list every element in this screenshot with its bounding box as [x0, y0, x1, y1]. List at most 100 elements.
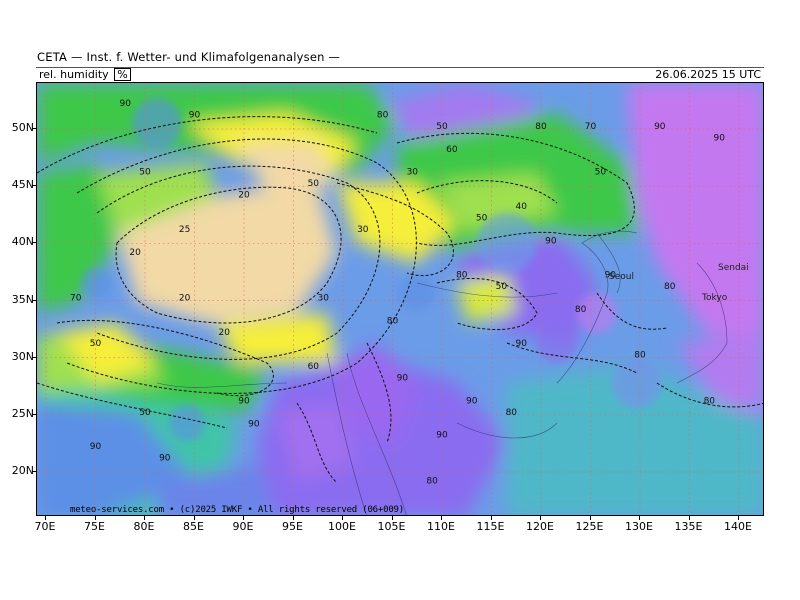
latitude-label: 20N [11, 464, 34, 477]
contour-value-label: 30 [407, 168, 419, 178]
map-subheader: rel. humidity % 26.06.2025 15 UTC [36, 67, 764, 81]
longitude-tick [45, 516, 46, 520]
latitude-tick [32, 128, 36, 129]
copyright-credit: meteo-services.com • (c)2025 IWKF • All … [70, 505, 404, 515]
contour-value-label: 80 [575, 305, 587, 315]
latitude-label: 25N [11, 406, 34, 420]
longitude-label: 70E [34, 520, 56, 533]
valid-datetime: 26.06.2025 15 UTC [655, 68, 761, 81]
latitude-tick [32, 471, 36, 472]
contour-value-label: 70 [70, 294, 82, 304]
contour-value-label: 90 [466, 396, 478, 406]
contour-value-label: 20 [218, 328, 230, 338]
contour-value-label: 50 [476, 213, 488, 223]
latitude-label: 40N [11, 235, 34, 249]
place-label-tokyo: Tokyo [701, 293, 728, 303]
contour-value-label: 90 [90, 442, 102, 452]
contour-value-label: 90 [397, 374, 409, 384]
longitude-label: 75E [84, 520, 105, 533]
contour-value-label: 80 [387, 316, 399, 326]
latitude-tick [32, 185, 36, 187]
contour-value-label: 50 [90, 339, 102, 349]
latitude-label: 35N [11, 292, 34, 306]
contour-value-label: 90 [654, 122, 666, 132]
latitude-label: 30N [11, 349, 34, 363]
contour-value-label: 80 [377, 111, 389, 121]
longitude-tick [540, 516, 541, 520]
contour-value-label: 90 [119, 99, 131, 109]
longitude-tick [639, 516, 640, 520]
contour-value-label: 20 [179, 294, 191, 304]
longitude-tick [94, 516, 96, 520]
longitude-label: 100E [328, 520, 356, 533]
contour-value-label: 90 [238, 396, 250, 406]
contour-value-label: 90 [436, 431, 448, 441]
contour-value-label: 80 [535, 122, 547, 132]
contour-value-label: 50 [139, 408, 151, 418]
contour-value-label: 80 [456, 271, 468, 281]
longitude-label: 105E [377, 520, 406, 533]
contour-value-label: 90 [713, 133, 725, 143]
contour-value-label: 40 [515, 202, 527, 212]
longitude-tick [342, 516, 343, 520]
contour-value-label: 50 [308, 179, 320, 189]
place-label-seoul: Seoul [609, 272, 634, 282]
contour-value-label: 90 [189, 111, 201, 121]
latitude-label: 50N [11, 121, 34, 134]
contour-value-label: 30 [317, 294, 329, 304]
longitude-label: 85E [183, 520, 204, 533]
humidity-map-svg: 20 20 20 25 20 30 30 30 50 50 50 50 50 60 50 40 50 60 80 90… [37, 83, 763, 515]
longitude-label: 130E [625, 520, 653, 533]
longitude-label: 115E [476, 520, 505, 533]
contour-value-label: 90 [159, 454, 171, 464]
contour-value-label: 25 [179, 225, 190, 235]
contour-value-label: 20 [238, 191, 250, 201]
humidity-map: 20 20 20 25 20 30 30 30 50 50 50 50 50 60 50 40 50 60 80 90… [36, 82, 764, 516]
longitude-tick [391, 516, 393, 520]
longitude-label: 110E [427, 520, 455, 533]
contour-value-label: 80 [704, 396, 716, 406]
contour-value-label: 50 [496, 282, 508, 292]
longitude-label: 95E [282, 520, 303, 533]
longitude-label: 135E [674, 520, 703, 533]
variable-name: rel. humidity [39, 68, 109, 81]
place-label-sendai: Sendai [718, 263, 749, 273]
longitude-tick [292, 516, 294, 520]
contour-value-label: 60 [308, 362, 320, 372]
latitude-tick [32, 356, 36, 358]
variable-label: rel. humidity % [39, 68, 131, 81]
longitude-tick [589, 516, 591, 520]
contour-value-label: 80 [634, 351, 646, 361]
map-title: CETA — Inst. f. Wetter- und Klimafolgena… [37, 50, 341, 64]
contour-value-label: 90 [515, 339, 527, 349]
longitude-label: 120E [526, 520, 554, 533]
longitude-tick [243, 516, 244, 520]
contour-value-label: 60 [446, 145, 458, 155]
contour-value-label: 70 [585, 122, 597, 132]
contour-value-label: 20 [129, 248, 141, 258]
longitude-tick [193, 516, 195, 520]
contour-value-label: 50 [436, 122, 448, 132]
latitude-tick [32, 242, 36, 244]
longitude-label: 125E [575, 520, 604, 533]
contour-value-label: 50 [595, 168, 607, 178]
longitude-tick [490, 516, 492, 520]
latitude-label: 45N [11, 178, 34, 192]
contour-value-label: 90 [248, 419, 260, 429]
longitude-tick [441, 516, 442, 520]
contour-value-label: 80 [426, 476, 438, 486]
contour-value-label: 80 [664, 282, 676, 292]
longitude-label: 80E [133, 520, 155, 533]
longitude-tick [144, 516, 145, 520]
contour-value-label: 90 [545, 236, 557, 246]
longitude-label: 90E [232, 520, 254, 533]
latitude-tick [32, 413, 36, 415]
longitude-label: 140E [724, 520, 752, 533]
contour-value-label: 80 [506, 408, 518, 418]
unit-box: % [114, 68, 131, 81]
longitude-tick [738, 516, 739, 520]
longitude-tick [688, 516, 690, 520]
contour-value-label: 30 [357, 225, 369, 235]
latitude-tick [32, 299, 36, 301]
contour-value-label: 50 [139, 168, 151, 178]
